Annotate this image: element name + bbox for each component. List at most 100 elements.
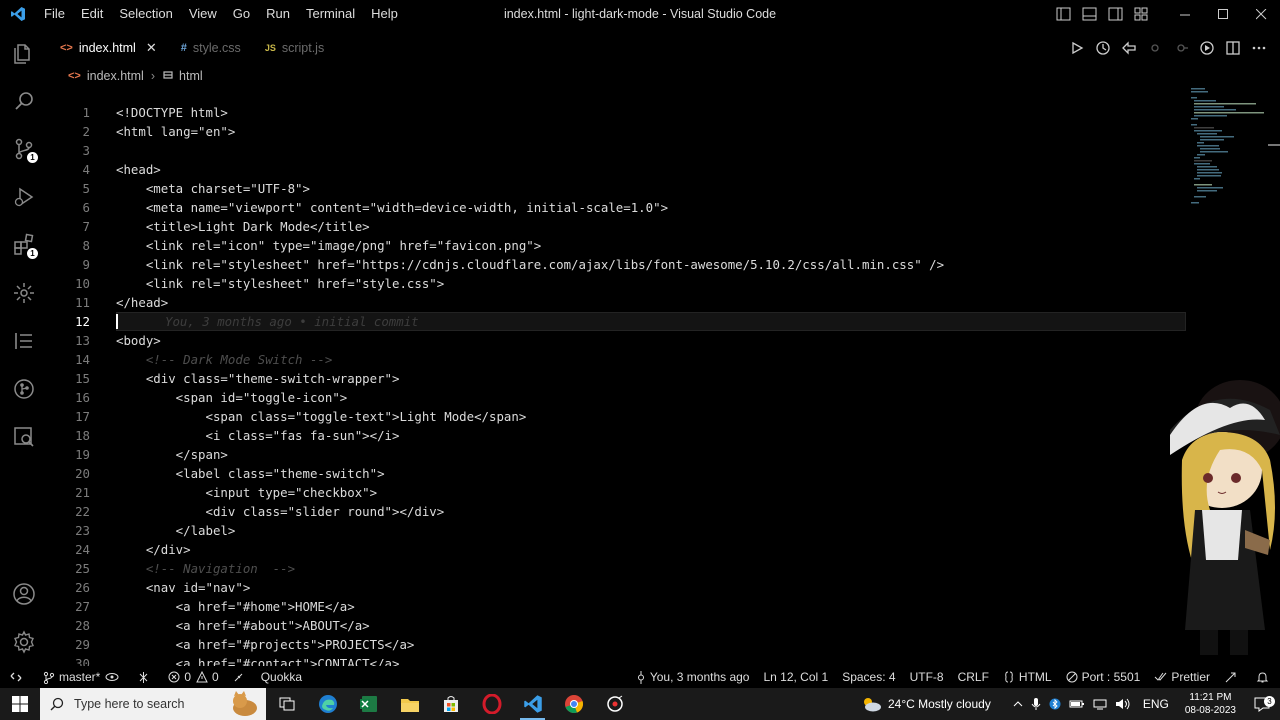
windows-start-icon[interactable] xyxy=(0,688,40,720)
code-line[interactable]: 9 <link rel="stylesheet" href="https://c… xyxy=(48,255,1188,274)
code-line[interactable]: 16 <span id="toggle-icon"> xyxy=(48,388,1188,407)
input-language[interactable]: ENG xyxy=(1135,688,1177,720)
close-tab-icon[interactable]: ✕ xyxy=(146,40,157,56)
code-line[interactable]: 10 <link rel="stylesheet" href="style.cs… xyxy=(48,274,1188,293)
source-control-icon[interactable]: 1 xyxy=(0,129,48,169)
indentation[interactable]: Spaces: 4 xyxy=(835,666,902,688)
code-line[interactable]: 18 <i class="fas fa-sun"></i> xyxy=(48,426,1188,445)
toggle-panel-icon[interactable] xyxy=(1076,0,1102,28)
code-line[interactable]: 2 <html lang="en"> xyxy=(48,122,1188,141)
run-code-icon[interactable] xyxy=(1066,37,1088,59)
live-server-port[interactable]: Port : 5501 xyxy=(1059,666,1148,688)
run-debug-icon[interactable] xyxy=(0,177,48,217)
toggle-secondary-sidebar-icon[interactable] xyxy=(1102,0,1128,28)
more-actions-icon[interactable] xyxy=(1248,37,1270,59)
battery-icon[interactable] xyxy=(1065,688,1089,720)
menu-edit[interactable]: Edit xyxy=(73,0,111,28)
microsoft-store-icon[interactable] xyxy=(430,688,471,720)
code-line[interactable]: 28 <a href="#about">ABOUT</a> xyxy=(48,616,1188,635)
code-line[interactable]: 6 <meta name="viewport" content="width=d… xyxy=(48,198,1188,217)
remote-indicator[interactable] xyxy=(0,666,36,688)
next-change-icon[interactable] xyxy=(1170,37,1192,59)
notifications-bell-icon[interactable] xyxy=(1249,666,1280,688)
git-branch[interactable]: master* xyxy=(36,666,130,688)
edge-browser-icon[interactable] xyxy=(307,688,348,720)
tab-script-js[interactable]: JS script.js xyxy=(253,34,336,62)
chrome-icon[interactable] xyxy=(553,688,594,720)
vscode-logo-icon[interactable] xyxy=(0,0,36,28)
tab-style-css[interactable]: # style.css xyxy=(169,34,253,62)
menu-help[interactable]: Help xyxy=(363,0,406,28)
menu-file[interactable]: File xyxy=(36,0,73,28)
menu-view[interactable]: View xyxy=(181,0,225,28)
menu-run[interactable]: Run xyxy=(258,0,298,28)
split-editor-icon[interactable] xyxy=(1222,37,1244,59)
task-view-icon[interactable] xyxy=(266,688,307,720)
previous-change-icon[interactable] xyxy=(1144,37,1166,59)
search-icon[interactable] xyxy=(0,81,48,121)
end-of-line[interactable]: CRLF xyxy=(951,666,996,688)
code-line[interactable]: 7 <title>Light Dark Mode</title> xyxy=(48,217,1188,236)
code-line[interactable]: 24 </div> xyxy=(48,540,1188,559)
feedback-icon[interactable] xyxy=(1217,666,1249,688)
volume-icon[interactable] xyxy=(1111,688,1135,720)
minimize-button[interactable] xyxy=(1166,0,1204,28)
code-line[interactable]: 3 xyxy=(48,141,1188,160)
weather-widget[interactable]: 24°C Mostly cloudy xyxy=(856,688,995,720)
breadcrumb-symbol[interactable]: html xyxy=(179,69,203,83)
show-hidden-icons-chevron-icon[interactable] xyxy=(1009,688,1027,720)
remote-explorer-icon[interactable] xyxy=(0,417,48,457)
customize-layout-icon[interactable] xyxy=(1128,0,1154,28)
microphone-icon[interactable] xyxy=(1027,688,1045,720)
language-mode[interactable]: HTML xyxy=(996,666,1059,688)
code-line[interactable]: 4 <head> xyxy=(48,160,1188,179)
settings-sync-icon[interactable] xyxy=(0,273,48,313)
cursor-position[interactable]: Ln 12, Col 1 xyxy=(756,666,835,688)
manage-gear-icon[interactable] xyxy=(0,622,48,662)
code-line[interactable]: 23 </label> xyxy=(48,521,1188,540)
code-line[interactable]: 21 <input type="checkbox"> xyxy=(48,483,1188,502)
problems-indicator[interactable]: 0 0 xyxy=(161,666,225,688)
code-editor[interactable]: 1 <!DOCTYPE html> 2 <html lang="en"> 3 4 <head… xyxy=(48,103,1188,666)
code-line[interactable]: 27 <a href="#home">HOME</a> xyxy=(48,597,1188,616)
toggle-primary-sidebar-icon[interactable] xyxy=(1050,0,1076,28)
close-window-button[interactable] xyxy=(1242,0,1280,28)
sync-icon[interactable] xyxy=(130,666,161,688)
file-explorer-icon[interactable] xyxy=(389,688,430,720)
code-line[interactable]: 15 <div class="theme-switch-wrapper"> xyxy=(48,369,1188,388)
code-line[interactable]: 30 <a href="#contact">CONTACT</a> xyxy=(48,654,1188,666)
encoding[interactable]: UTF-8 xyxy=(903,666,951,688)
code-line[interactable]: 13 <body> xyxy=(48,331,1188,350)
code-line[interactable]: 20 <label class="theme-switch"> xyxy=(48,464,1188,483)
extensions-icon[interactable]: 1 xyxy=(0,225,48,265)
code-line[interactable]: 5 <meta charset="UTF-8"> xyxy=(48,179,1188,198)
accounts-icon[interactable] xyxy=(0,574,48,614)
minimap[interactable] xyxy=(1188,86,1268,216)
code-line[interactable]: 26 <nav id="nav"> xyxy=(48,578,1188,597)
taskbar-clock[interactable]: 11:21 PM 08-08-2023 xyxy=(1177,691,1244,717)
code-line[interactable]: 11 </head> xyxy=(48,293,1188,312)
screen-recorder-icon[interactable] xyxy=(594,688,635,720)
code-line[interactable]: 17 <span class="toggle-text">Light Mode<… xyxy=(48,407,1188,426)
git-graph-icon[interactable] xyxy=(0,369,48,409)
menu-selection[interactable]: Selection xyxy=(111,0,180,28)
bluetooth-icon[interactable] xyxy=(1045,688,1065,720)
menu-terminal[interactable]: Terminal xyxy=(298,0,363,28)
prettier-status[interactable]: Prettier xyxy=(1147,666,1217,688)
network-icon[interactable] xyxy=(1089,688,1111,720)
explorer-icon[interactable] xyxy=(0,33,48,73)
code-line[interactable]: 8 <link rel="icon" type="image/png" href… xyxy=(48,236,1188,255)
git-blame-status[interactable]: You, 3 months ago xyxy=(629,666,757,688)
outline-icon[interactable] xyxy=(0,321,48,361)
code-line[interactable]: 1 <!DOCTYPE html> xyxy=(48,103,1188,122)
tab-index-html[interactable]: <> index.html ✕ xyxy=(48,34,169,62)
taskbar-search-box[interactable]: Type here to search xyxy=(40,688,266,720)
code-line[interactable]: 22 <div class="slider round"></div> xyxy=(48,502,1188,521)
code-line[interactable]: 25 <!-- Navigation --> xyxy=(48,559,1188,578)
code-line[interactable]: 29 <a href="#projects">PROJECTS</a> xyxy=(48,635,1188,654)
timeline-history-icon[interactable] xyxy=(1092,37,1114,59)
maximize-button[interactable] xyxy=(1204,0,1242,28)
quokka-indicator[interactable]: Quokka xyxy=(226,666,309,688)
excel-icon[interactable] xyxy=(348,688,389,720)
code-line[interactable]: 12 You, 3 months ago • initial commit xyxy=(48,312,1188,331)
